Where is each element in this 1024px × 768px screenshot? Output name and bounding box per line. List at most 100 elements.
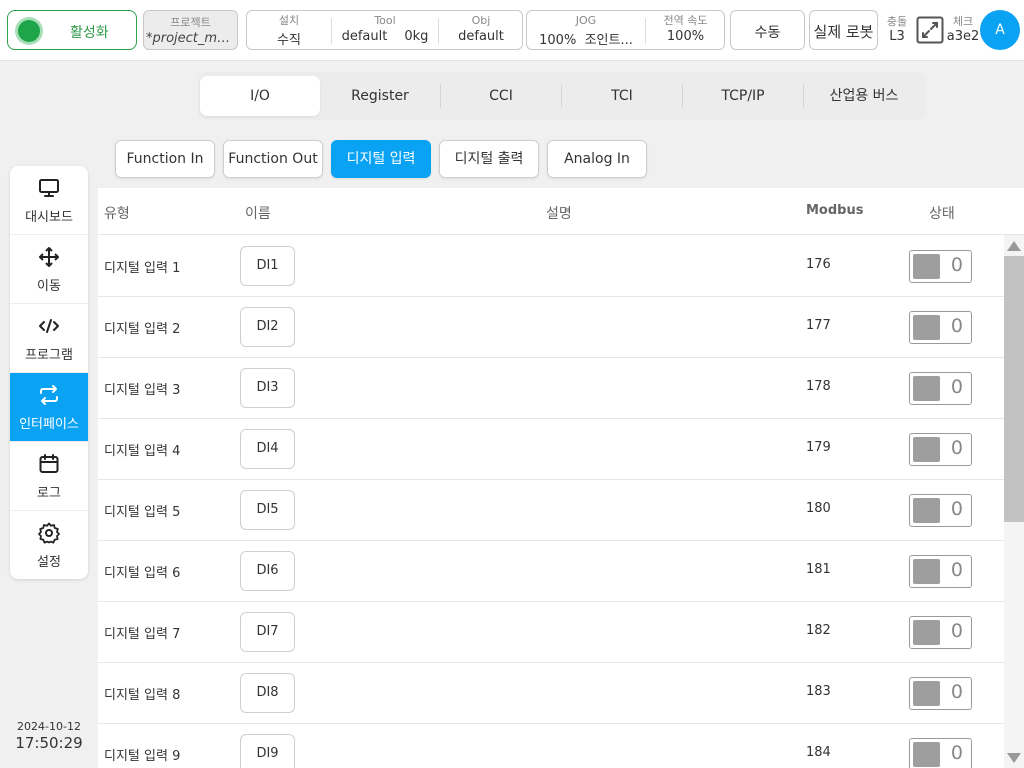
expand-icon[interactable] <box>916 16 944 44</box>
tool-title: Tool <box>374 14 396 27</box>
jog-cell: JOG 100% 조인트... <box>527 11 645 48</box>
row-modbus: 176 <box>806 257 831 272</box>
check-title: 체크 <box>952 15 974 28</box>
scroll-up-icon[interactable] <box>1007 241 1021 251</box>
sidebar-item-settings[interactable]: 설정 <box>10 511 88 579</box>
calendar-icon <box>39 454 59 473</box>
table-row: 디지털 입력 4 DI4 179 0 <box>98 419 1004 480</box>
install-tool-obj-panel[interactable]: 설치 수직 Tool default 0kg Obj default <box>246 10 523 50</box>
row-name-field[interactable]: DI5 <box>240 490 295 530</box>
global-speed-title: 전역 속도 <box>663 14 708 27</box>
row-state-toggle[interactable]: 0 <box>909 677 972 710</box>
real-robot-label: 실제 로봇 <box>813 23 874 41</box>
table-row: 디지털 입력 1 DI1 176 0 <box>98 236 1004 297</box>
activate-label: 활성화 <box>70 25 109 41</box>
subtab-function-in[interactable]: Function In <box>115 140 215 178</box>
row-type: 디지털 입력 3 <box>104 383 181 398</box>
manual-mode-button[interactable]: 수동 <box>730 10 805 50</box>
table-row: 디지털 입력 8 DI8 183 0 <box>98 663 1004 724</box>
row-name-field[interactable]: DI3 <box>240 368 295 408</box>
row-type: 디지털 입력 9 <box>104 749 181 764</box>
clock-time: 17:50:29 <box>15 734 83 752</box>
table-scrollbar[interactable] <box>1004 235 1024 768</box>
subtab-function-out[interactable]: Function Out <box>223 140 323 178</box>
row-modbus: 183 <box>806 684 831 699</box>
table-row: 디지털 입력 3 DI3 178 0 <box>98 358 1004 419</box>
row-name-field[interactable]: DI1 <box>240 246 295 286</box>
row-state-toggle[interactable]: 0 <box>909 494 972 527</box>
table-row: 디지털 입력 5 DI5 180 0 <box>98 480 1004 541</box>
sidebar-item-interface[interactable]: 인터페이스 <box>10 373 88 442</box>
subtab-digital-input[interactable]: 디지털 입력 <box>331 140 431 178</box>
row-state-toggle[interactable]: 0 <box>909 555 972 588</box>
sidebar-item-dashboard[interactable]: 대시보드 <box>10 166 88 235</box>
table-row: 디지털 입력 7 DI7 182 0 <box>98 602 1004 663</box>
tab-register[interactable]: Register <box>320 76 440 116</box>
row-name-field[interactable]: DI2 <box>240 307 295 347</box>
real-robot-button[interactable]: 실제 로봇 <box>809 10 878 50</box>
row-name-field[interactable]: DI6 <box>240 551 295 591</box>
jog-value: 100% 조인트... <box>527 29 645 48</box>
sidebar-item-label: 설정 <box>37 555 61 570</box>
row-type: 디지털 입력 8 <box>104 688 181 703</box>
row-state-toggle[interactable]: 0 <box>909 433 972 466</box>
toggle-knob <box>913 620 940 645</box>
row-type: 디지털 입력 1 <box>104 261 181 276</box>
manual-label: 수동 <box>754 25 781 41</box>
table-row: 디지털 입력 2 DI2 177 0 <box>98 297 1004 358</box>
collision-level[interactable]: 충돌 L3 <box>882 13 912 44</box>
table-row: 디지털 입력 9 DI9 184 0 <box>98 724 1004 768</box>
row-state-value: 0 <box>950 681 963 703</box>
toggle-knob <box>913 254 940 279</box>
tab-cci[interactable]: CCI <box>441 76 561 116</box>
check-status[interactable]: 체크 a3e2 <box>946 13 980 44</box>
row-state-value: 0 <box>950 254 963 276</box>
col-description: 설명 <box>546 206 572 222</box>
check-value: a3e2 <box>946 29 980 44</box>
table-header: 유형 이름 설명 Modbus 상태 <box>98 188 1024 235</box>
tab-tcpip[interactable]: TCP/IP <box>683 76 803 116</box>
obj-title: Obj <box>471 14 491 27</box>
row-state-toggle[interactable]: 0 <box>909 616 972 649</box>
scroll-thumb[interactable] <box>1004 256 1024 522</box>
tab-tci[interactable]: TCI <box>562 76 682 116</box>
tab-industrial-bus[interactable]: 산업용 버스 <box>804 76 924 116</box>
tool-value: default 0kg <box>332 29 438 44</box>
row-state-value: 0 <box>950 376 963 398</box>
row-name-field[interactable]: DI7 <box>240 612 295 652</box>
row-state-toggle[interactable]: 0 <box>909 311 972 344</box>
jog-percent: 100% <box>539 33 577 48</box>
sidebar-item-label: 이동 <box>37 279 61 294</box>
row-state-toggle[interactable]: 0 <box>909 372 972 405</box>
jog-speed-panel[interactable]: JOG 100% 조인트... 전역 속도 100% <box>526 10 725 50</box>
activate-button[interactable]: 활성화 <box>7 10 137 50</box>
scroll-down-icon[interactable] <box>1007 753 1021 763</box>
user-avatar[interactable]: A <box>980 10 1020 50</box>
jog-mode: 조인트... <box>584 33 633 48</box>
clock: 2024-10-12 17:50:29 <box>10 720 88 752</box>
col-type: 유형 <box>104 206 130 222</box>
clock-date: 2024-10-12 <box>17 720 81 733</box>
sidebar-item-log[interactable]: 로그 <box>10 442 88 511</box>
status-dot-icon <box>18 20 40 42</box>
row-state-toggle[interactable]: 0 <box>909 738 972 768</box>
sidebar-item-label: 대시보드 <box>25 210 73 225</box>
tool-weight: 0kg <box>404 29 429 44</box>
subtab-digital-output[interactable]: 디지털 출력 <box>439 140 539 178</box>
row-name-field[interactable]: DI8 <box>240 673 295 713</box>
row-name-field[interactable]: DI4 <box>240 429 295 469</box>
row-state-toggle[interactable]: 0 <box>909 250 972 283</box>
install-cell: 설치 수직 <box>247 11 331 48</box>
row-state-value: 0 <box>950 315 963 337</box>
row-name-field[interactable]: DI9 <box>240 734 295 768</box>
global-speed-value: 100% <box>666 29 705 44</box>
tool-cell: Tool default 0kg <box>332 11 438 44</box>
toggle-knob <box>913 376 940 401</box>
tab-io[interactable]: I/O <box>200 76 320 116</box>
tab-strip: I/O Register CCI TCI TCP/IP 산업용 버스 <box>198 72 926 120</box>
subtab-analog-in[interactable]: Analog In <box>547 140 647 178</box>
sidebar-item-move[interactable]: 이동 <box>10 235 88 304</box>
sidebar-item-program[interactable]: 프로그램 <box>10 304 88 373</box>
row-modbus: 184 <box>806 745 831 760</box>
project-selector[interactable]: 프로젝트 *project_mo... <box>143 10 238 50</box>
